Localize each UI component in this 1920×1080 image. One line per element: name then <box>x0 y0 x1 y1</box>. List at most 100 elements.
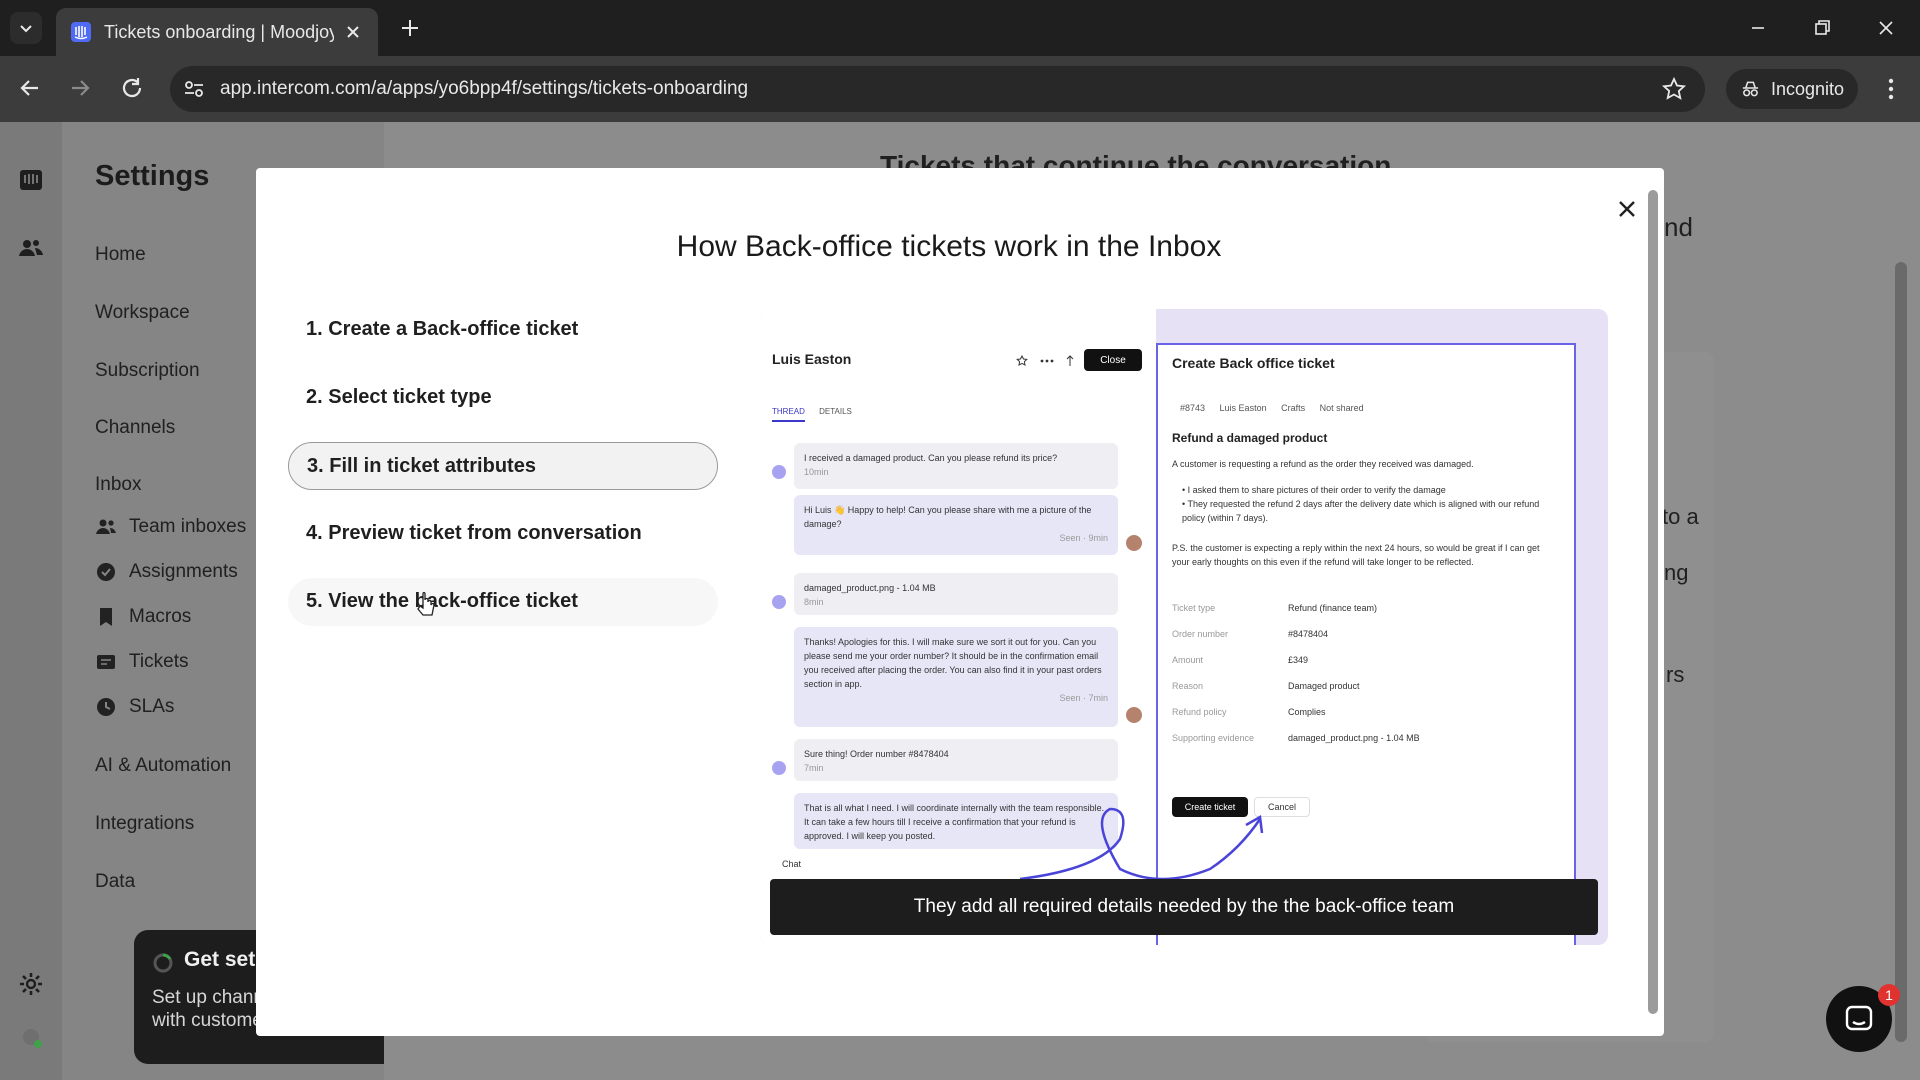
intercom-favicon-icon <box>71 22 91 42</box>
sidebar-item-channels[interactable]: Channels <box>95 417 175 439</box>
field-row: Order number #8478404 <box>1172 629 1328 639</box>
back-arrow-icon[interactable] <box>14 72 46 104</box>
clock-icon <box>97 698 115 716</box>
star-icon <box>1016 355 1028 366</box>
message-attachment: damaged_product.png - 1.04 MB 8min <box>794 573 1118 615</box>
field-row: Reason Damaged product <box>1172 681 1360 691</box>
modal-title: How Back-office tickets work in the Inbo… <box>676 230 1222 263</box>
app-icon-rail <box>0 122 62 1080</box>
sidebar-item-team-inboxes[interactable]: Team inboxes <box>95 516 246 538</box>
url-text: app.intercom.com/a/apps/yo6bpp4f/setting… <box>220 78 749 99</box>
minimize-icon[interactable] <box>1744 14 1772 42</box>
sidebar-item-data[interactable]: Data <box>95 871 135 893</box>
message-meta: 8min <box>804 597 824 607</box>
chevron-down-icon <box>20 25 32 33</box>
ticket-ps: P.S. the customer is expecting a reply w… <box>1172 543 1540 567</box>
customer-name: Luis Easton <box>772 351 852 367</box>
sidebar-sub-label: Team inboxes <box>129 516 247 537</box>
active-tab[interactable]: Tickets onboarding | Moodjoy | <box>56 8 378 56</box>
inbox-app-icon[interactable] <box>17 166 45 194</box>
new-tab-icon[interactable] <box>396 14 424 42</box>
ticket-bullet: • I asked them to share pictures of thei… <box>1182 485 1446 495</box>
bookmark-star-icon[interactable] <box>1661 76 1687 102</box>
sidebar-item-subscription[interactable]: Subscription <box>95 360 200 382</box>
background-fragment: rs <box>1666 662 1685 687</box>
settings-title: Settings <box>95 160 210 192</box>
ticket-meta: #8743 Luis Easton Crafts Not shared <box>1180 403 1376 413</box>
customer-avatar <box>772 761 786 775</box>
tab-thread: THREAD <box>772 407 805 422</box>
ticket-team: Crafts <box>1281 403 1306 413</box>
window-close-icon[interactable] <box>1872 14 1900 42</box>
bullet-text: I asked them to share pictures of their … <box>1187 485 1446 495</box>
incognito-icon <box>1742 81 1759 97</box>
background-fragment: nd <box>1664 212 1693 242</box>
field-row: Amount £349 <box>1172 655 1308 665</box>
field-key: Refund policy <box>1172 707 1227 717</box>
field-row: Refund policy Complies <box>1172 707 1326 717</box>
sidebar-sub-label: Tickets <box>129 651 189 672</box>
reload-icon[interactable] <box>116 72 148 104</box>
address-bar[interactable]: app.intercom.com/a/apps/yo6bpp4f/setting… <box>170 66 1705 112</box>
ticket-heading: Refund a damaged product <box>1172 431 1328 445</box>
chat-icon <box>1845 1005 1873 1031</box>
message-agent: Thanks! Apologies for this. I will make … <box>794 627 1118 727</box>
field-key: Reason <box>1172 681 1204 691</box>
agent-avatar <box>1126 535 1142 551</box>
snooze-icon <box>1066 355 1074 366</box>
contacts-icon[interactable] <box>17 234 45 262</box>
message-meta: Seen · 7min <box>1059 693 1108 703</box>
customer-avatar <box>772 595 786 609</box>
notification-badge: 1 <box>1878 984 1900 1006</box>
ticket-icon <box>97 655 115 669</box>
sidebar-item-ai-automation[interactable]: AI & Automation <box>95 755 231 777</box>
step-preview-ticket[interactable]: 4. Preview ticket from conversation <box>288 510 718 558</box>
ticket-bullet: • They requested the refund 2 days after… <box>1182 499 1540 523</box>
forward-arrow-icon[interactable] <box>64 72 96 104</box>
field-key: Ticket type <box>1172 603 1216 613</box>
reply-channel-label: Chat <box>782 859 802 869</box>
more-icon <box>1040 359 1054 363</box>
conversation-tabs: THREAD DETAILS <box>772 407 864 422</box>
user-status-icon[interactable] <box>20 1026 44 1050</box>
field-key: Amount <box>1172 655 1204 665</box>
step-create-ticket[interactable]: 1. Create a Back-office ticket <box>288 306 718 354</box>
field-value: #8478404 <box>1288 629 1329 639</box>
incognito-label: Incognito <box>1770 78 1844 99</box>
hand-drawn-arrow-icon <box>1019 807 1264 881</box>
step-view-ticket[interactable]: 5. View the back-office ticket <box>288 578 718 626</box>
tab-details: DETAILS <box>819 407 852 416</box>
browser-menu-icon[interactable] <box>1876 73 1906 105</box>
modal-scrollbar[interactable] <box>1648 190 1658 1014</box>
sidebar-sub-label: Assignments <box>129 561 238 582</box>
message-customer: Sure thing! Order number #8478404 7min <box>794 739 1118 781</box>
site-settings-icon[interactable] <box>182 77 206 101</box>
ticket-visibility: Not shared <box>1319 403 1364 413</box>
field-value: Refund (finance team) <box>1288 603 1378 613</box>
tab-close-icon[interactable] <box>342 21 364 43</box>
incognito-indicator[interactable]: Incognito <box>1726 69 1858 109</box>
sidebar-item-slas[interactable]: SLAs <box>95 696 174 718</box>
message-meta: 10min <box>804 467 829 477</box>
sidebar-sub-label: Macros <box>129 606 192 627</box>
bookmark-icon <box>100 608 112 626</box>
message-text: damaged_product.png - 1.04 MB <box>804 583 936 593</box>
page-scrollbar[interactable] <box>1895 262 1907 1042</box>
step-fill-attributes[interactable]: 3. Fill in ticket attributes <box>288 442 718 490</box>
field-value: £349 <box>1288 655 1309 665</box>
restore-icon[interactable] <box>1808 14 1836 42</box>
modal-close-icon[interactable] <box>1612 194 1642 224</box>
settings-gear-icon[interactable] <box>17 970 45 998</box>
sidebar-item-home[interactable]: Home <box>95 244 146 266</box>
sidebar-item-macros[interactable]: Macros <box>95 606 191 628</box>
message-text: Hi Luis 👋 Happy to help! Can you please … <box>804 505 1092 529</box>
sidebar-item-integrations[interactable]: Integrations <box>95 813 194 835</box>
tab-search-dropdown[interactable] <box>10 12 42 44</box>
field-key: Order number <box>1172 629 1229 639</box>
sidebar-item-workspace[interactable]: Workspace <box>95 302 190 324</box>
message-text: Thanks! Apologies for this. I will make … <box>804 637 1102 689</box>
step-select-type[interactable]: 2. Select ticket type <box>288 374 718 422</box>
sidebar-item-tickets[interactable]: Tickets <box>95 651 188 673</box>
sidebar-item-inbox[interactable]: Inbox <box>95 474 141 496</box>
sidebar-item-assignments[interactable]: Assignments <box>95 561 238 583</box>
